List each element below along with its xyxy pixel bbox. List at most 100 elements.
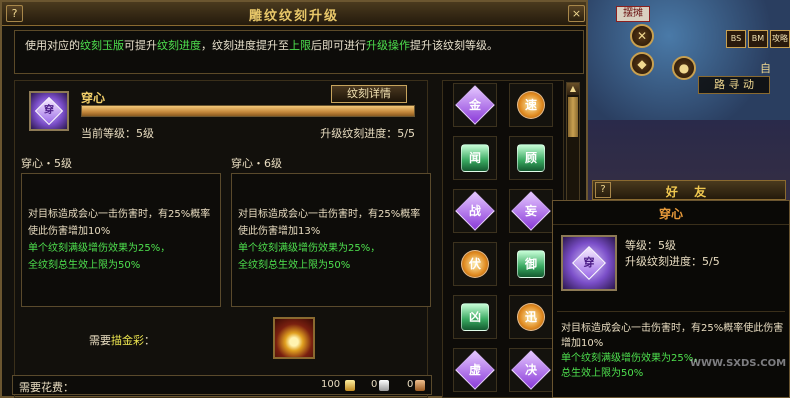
engraving-stone-icon: 速 bbox=[517, 91, 545, 119]
scroll-up-arrow-icon[interactable]: ▲ bbox=[567, 83, 579, 95]
tooltip-progress: 升级纹刻进度：5/5 bbox=[625, 255, 720, 268]
engraving-stone-char: 妄 bbox=[524, 203, 538, 218]
current-desc-line3: 全纹刻总生效上限为50% bbox=[28, 260, 141, 271]
engraving-slot[interactable]: 妄 bbox=[509, 189, 553, 233]
next-level-title: 穿心・6级 bbox=[231, 157, 282, 170]
info-highlight-2: 纹刻进度 bbox=[157, 39, 201, 52]
engraving-slot[interactable]: 顾 bbox=[509, 136, 553, 180]
next-desc-line1: 对目标造成会心一击伤害时，有25%概率使此伤害增加13% bbox=[238, 209, 421, 237]
current-level: 当前等级：5级 bbox=[81, 127, 154, 140]
skill-icon: 穿 bbox=[29, 91, 69, 131]
required-item-name: 描金彩 bbox=[111, 334, 144, 347]
next-level-description: 对目标造成会心一击伤害时，有25%概率使此伤害增加13% 单个纹刻满级增伤效果为… bbox=[231, 173, 431, 307]
engraving-stone-char: 迅 bbox=[524, 310, 537, 324]
tooltip-divider bbox=[557, 311, 785, 312]
cost-bar: 需要花费： 100 0 0 bbox=[12, 375, 432, 395]
engraving-stone-char: 虚 bbox=[468, 362, 482, 377]
progress-fill bbox=[82, 106, 414, 116]
engraving-slot[interactable]: 闻 bbox=[453, 136, 497, 180]
bs-button[interactable]: BS bbox=[726, 30, 746, 48]
engraving-slot[interactable]: 决 bbox=[509, 348, 553, 392]
engraving-stone-icon: 迅 bbox=[517, 303, 545, 331]
minimap[interactable]: 摆摊 ✕ ◆ ● BS BM 攻略 自 路 寻 动 bbox=[588, 0, 790, 120]
engraving-stone-char: 闻 bbox=[468, 151, 481, 165]
engraving-detail-button[interactable]: 纹刻详情 bbox=[331, 85, 407, 103]
engraving-slot[interactable]: 战 bbox=[453, 189, 497, 233]
info-highlight-1: 纹刻玉版 bbox=[80, 39, 124, 52]
engraving-stone-char: 凶 bbox=[468, 310, 481, 324]
tooltip-level: 等级：5级 bbox=[625, 239, 676, 252]
crossed-swords-icon[interactable]: ✕ bbox=[630, 24, 654, 48]
copper-coin-icon bbox=[415, 380, 425, 391]
stall-label[interactable]: 摆摊 bbox=[616, 6, 650, 22]
self-label[interactable]: 自 bbox=[760, 60, 771, 76]
upgrade-window: ? 雕纹纹刻升级 × 使用对应的纹刻玉版可提升纹刻进度，纹刻进度提升至上限后即可… bbox=[0, 0, 588, 398]
engraving-stone-icon: 顾 bbox=[517, 144, 545, 172]
next-desc-line2: 单个纹刻满级增伤效果为25%， bbox=[238, 243, 381, 254]
engraving-stone-char: 战 bbox=[468, 203, 482, 218]
tooltip-description: 对目标造成会心一击伤害时，有25%概率使此伤害增加10% 单个纹刻满级增伤效果为… bbox=[561, 321, 785, 381]
engraving-slot[interactable]: 速 bbox=[509, 83, 553, 127]
window-title: 雕纹纹刻升级 bbox=[248, 9, 339, 24]
info-highlight-4: 升级操作 bbox=[366, 39, 410, 52]
engraving-slot[interactable]: 凶 bbox=[453, 295, 497, 339]
close-button[interactable]: × bbox=[568, 5, 585, 22]
tooltip-skill-icon: 穿 bbox=[561, 235, 617, 291]
instructions-box: 使用对应的纹刻玉版可提升纹刻进度，纹刻进度提升至上限后即可进行升级操作提升该纹刻… bbox=[14, 30, 584, 74]
engraving-stone-icon: 伏 bbox=[461, 250, 489, 278]
info-text-5: 提升该纹刻等级。 bbox=[410, 39, 498, 52]
engraving-stone-icon: 凶 bbox=[461, 303, 489, 331]
guide-button[interactable]: 攻略 bbox=[770, 30, 790, 48]
engraving-stone-char: 顾 bbox=[524, 151, 537, 165]
engraving-stone-icon: 妄 bbox=[511, 191, 551, 231]
tooltip-desc-line1: 对目标造成会心一击伤害时，有25%概率使此伤害增加10% bbox=[561, 323, 784, 349]
engraving-stone-icon: 闻 bbox=[461, 144, 489, 172]
next-desc-line3: 全纹刻总生效上限为50% bbox=[238, 260, 351, 271]
engraving-slot[interactable]: 御 bbox=[509, 242, 553, 286]
info-text-1: 使用对应的 bbox=[25, 39, 80, 52]
engraving-slot[interactable]: 金 bbox=[453, 83, 497, 127]
title-bar[interactable]: ? 雕纹纹刻升级 × bbox=[2, 2, 586, 26]
cost-gold: 100 bbox=[321, 379, 341, 390]
required-item-label: 需要描金彩： bbox=[89, 334, 155, 347]
progress-text: 升级纹刻进度：5/5 bbox=[320, 127, 415, 140]
info-text-4: 后即可进行 bbox=[311, 39, 366, 52]
engraving-stone-char: 速 bbox=[524, 98, 537, 112]
engraving-stone-char: 御 bbox=[524, 257, 537, 271]
tooltip-icon-char: 穿 bbox=[583, 256, 595, 269]
site-watermark: WWW.SXDS.COM bbox=[690, 358, 787, 369]
cost-silver: 0 bbox=[371, 379, 378, 390]
engraving-stone-icon: 虚 bbox=[455, 350, 495, 390]
tooltip-title: 穿心 bbox=[553, 205, 789, 225]
gold-coin-icon bbox=[345, 380, 355, 391]
auto-path-button[interactable]: 路 寻 动 bbox=[698, 76, 770, 94]
current-level-title: 穿心・5级 bbox=[21, 157, 72, 170]
current-desc-line2: 单个纹刻满级增伤效果为25%， bbox=[28, 243, 171, 254]
scroll-thumb[interactable] bbox=[568, 97, 578, 137]
upgrade-panel: 穿 穿心 纹刻详情 当前等级：5级 升级纹刻进度：5/5 穿心・5级 对目标造成… bbox=[14, 80, 431, 398]
engraving-stone-icon: 御 bbox=[517, 250, 545, 278]
info-text-3: ，纹刻进度提升至 bbox=[201, 39, 289, 52]
engraving-stone-char: 伏 bbox=[468, 257, 481, 271]
engraving-slot[interactable]: 伏 bbox=[453, 242, 497, 286]
engraving-stone-icon: 决 bbox=[511, 350, 551, 390]
skill-icon-char: 穿 bbox=[44, 105, 54, 116]
ingot-icon[interactable]: ● bbox=[672, 56, 696, 80]
engraving-slot[interactable]: 虚 bbox=[453, 348, 497, 392]
bm-button[interactable]: BM bbox=[748, 30, 768, 48]
cost-copper: 0 bbox=[407, 379, 414, 390]
current-level-description: 对目标造成会心一击伤害时，有25%概率使此伤害增加10% 单个纹刻满级增伤效果为… bbox=[21, 173, 221, 307]
engraving-stone-char: 决 bbox=[524, 362, 538, 377]
info-highlight-3: 上限 bbox=[289, 39, 311, 52]
bell-icon[interactable]: ◆ bbox=[630, 52, 654, 76]
friends-window-bar[interactable]: ? 好 友 bbox=[592, 180, 786, 200]
silver-coin-icon bbox=[379, 380, 389, 391]
engraving-grid: 金 速闻 顾战 妄伏 御凶 迅虚 决 bbox=[442, 80, 564, 398]
friends-title: 好 友 bbox=[665, 185, 713, 199]
engraving-stone-char: 金 bbox=[468, 97, 482, 112]
info-text-2: 可提升 bbox=[124, 39, 157, 52]
progress-bar bbox=[81, 105, 415, 117]
engraving-slot[interactable]: 迅 bbox=[509, 295, 553, 339]
gold-paint-bowl-icon[interactable] bbox=[273, 317, 315, 359]
skill-name: 穿心 bbox=[81, 91, 106, 105]
